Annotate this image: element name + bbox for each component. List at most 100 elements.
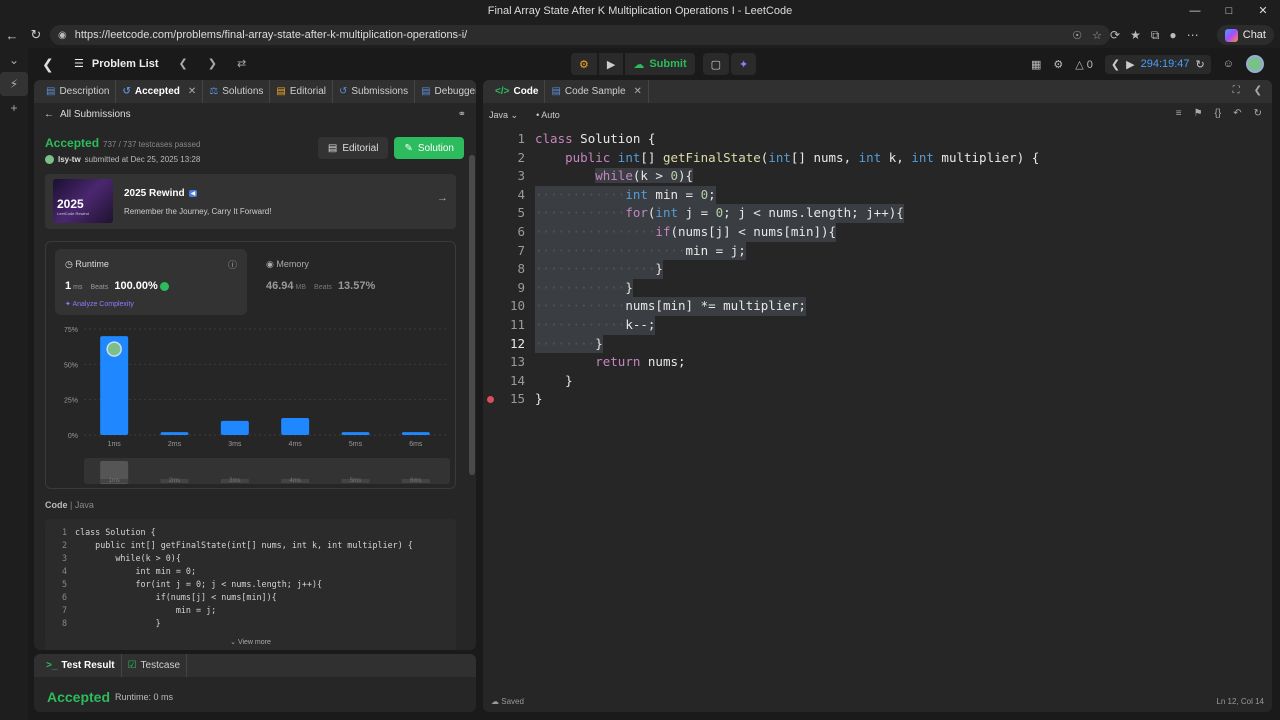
format-icon[interactable]: ≡ — [1176, 108, 1182, 119]
code-line[interactable]: 5 ············for(int j = 0; j < nums.len… — [483, 204, 1272, 223]
tab-solutions[interactable]: ⚖ Solutions — [203, 80, 271, 103]
close-tab-icon[interactable]: ✕ — [188, 86, 196, 97]
submit-button[interactable]: ☁ Submit — [625, 53, 695, 75]
close-icon[interactable]: ✕ — [1246, 0, 1280, 22]
collections-icon[interactable]: ⧉ — [1151, 28, 1160, 43]
reader-icon[interactable]: ☉ — [1072, 29, 1082, 42]
code-line[interactable]: 10 ············nums[min] *= multiplier; — [483, 297, 1272, 316]
breakpoint-icon[interactable] — [487, 396, 494, 404]
minimize-icon[interactable]: — — [1178, 0, 1212, 22]
undo-icon[interactable]: ↶ — [1233, 108, 1241, 119]
code-line[interactable]: 7 ····················min = j; — [483, 241, 1272, 261]
code-line[interactable]: 2 public int[] getFinalState(int[] nums,… — [483, 149, 1272, 168]
debug-icon[interactable]: ⚙ — [571, 53, 597, 75]
lock-icon: ◉ — [58, 29, 67, 41]
rewind-banner[interactable]: 2025 LeetCode Rewind 2025 Rewind ◀ Remembe… — [45, 174, 456, 229]
submissions-icon: ↺ — [338, 86, 348, 97]
chat-button[interactable]: Chat — [1216, 25, 1274, 45]
code-line[interactable]: 8 ················} — [483, 260, 1272, 279]
favorite-icon[interactable]: ☆ — [1092, 29, 1102, 42]
reset-code-icon[interactable]: ↻ — [1254, 108, 1262, 119]
tab-testcase[interactable]: ☑ Testcase — [122, 654, 188, 677]
tab-debugger[interactable]: ▤Debugger✕ — [415, 80, 476, 103]
code-line[interactable]: 12 ········} — [483, 334, 1272, 354]
tab-code[interactable]: </> Code — [489, 80, 546, 103]
reset-icon[interactable]: ↻ — [1196, 58, 1205, 71]
more-icon[interactable]: ⋯ — [1187, 28, 1199, 42]
tab-submissions[interactable]: ↺ Submissions — [333, 80, 416, 103]
notes-icon[interactable]: ▢ — [702, 53, 730, 75]
braces-icon[interactable]: {} — [1215, 108, 1222, 119]
tab-description[interactable]: ▤ Description — [40, 80, 117, 103]
prev-problem-icon[interactable]: ❮ — [179, 57, 188, 70]
all-submissions-link[interactable]: ← All Submissions — [44, 109, 131, 120]
scroll-thumb[interactable] — [469, 155, 475, 475]
chart-bar[interactable] — [401, 432, 430, 435]
problem-list-link[interactable]: Problem List — [92, 58, 159, 70]
left-scrollbar[interactable] — [469, 135, 475, 650]
chart-bar[interactable] — [220, 420, 249, 435]
code-line[interactable]: 4 ············int min = 0; — [483, 185, 1272, 205]
left-panel: ▤ Description ↺ Accepted ✕ ⚖ Solutions ▤ Edit… — [34, 80, 476, 650]
tab-test-result[interactable]: >_ Test Result — [40, 654, 122, 677]
tab-code-sample[interactable]: ▤ Code Sample ✕ — [545, 80, 649, 103]
memory-card[interactable]: ◉ Memory 46.94 MB Beats 13.57% — [266, 249, 446, 315]
expand-icon[interactable]: ⛶ — [1233, 85, 1240, 96]
link-icon[interactable]: ⚭ — [458, 109, 466, 120]
all-submissions-label: All Submissions — [60, 108, 131, 120]
sidebar-collapse-icon[interactable]: ⌄ — [0, 48, 28, 72]
leetcode-logo-icon[interactable]: ❮ — [42, 56, 56, 72]
tab-editorial[interactable]: ▤ Editorial — [270, 80, 333, 103]
code-line[interactable]: 14 } — [483, 372, 1272, 391]
code-line[interactable]: 1 class Solution { — [483, 130, 1272, 149]
profile-icon[interactable]: ● — [1169, 28, 1176, 42]
chart-bar[interactable] — [341, 432, 370, 435]
layout-icon[interactable]: ▦ — [1031, 58, 1041, 71]
reload-icon[interactable]: ↻ — [24, 27, 48, 43]
code-line[interactable]: 11 ············k--; — [483, 315, 1272, 335]
code-line[interactable]: 13 return nums; — [483, 353, 1272, 372]
language-select[interactable]: Java ⌄ — [489, 110, 518, 121]
runtime-card[interactable]: ◷ Runtime ⓘ 1 ms Beats 100.00% ✦ Analyze Co… — [55, 249, 247, 315]
analyze-complexity-link[interactable]: ✦ Analyze Complexity — [65, 300, 134, 308]
view-more-button[interactable]: ⌄ View more — [45, 636, 456, 649]
code-line[interactable]: 9 ············} — [483, 278, 1272, 298]
line-number: 12 — [509, 335, 525, 351]
runtime-distribution-chart[interactable]: 0% 25% 50% 75% 1ms 2ms 3ms 4ms 5ms 6ms 1ms 2ms 3ms 4m… — [46, 321, 455, 486]
maximize-icon[interactable]: □ — [1212, 0, 1246, 22]
code-line[interactable]: 15} — [483, 390, 1272, 409]
timer-prev-icon[interactable]: ❮ — [1111, 58, 1120, 71]
arrow-right-icon[interactable]: → — [437, 192, 448, 204]
code-editor[interactable]: 1 class Solution { 2 public int[] getFina… — [483, 130, 1272, 690]
solution-button[interactable]: ✎ Solution — [394, 137, 464, 159]
sidebar-leetcode-icon[interactable]: ⚡ — [0, 72, 28, 96]
chart-bar[interactable] — [160, 432, 189, 435]
username[interactable]: lsy-tw — [58, 155, 81, 164]
next-problem-icon[interactable]: ❯ — [208, 57, 217, 70]
code-text: class Solution { — [75, 527, 156, 537]
mini-tick-label: 5ms — [350, 478, 361, 484]
info-icon[interactable]: ⓘ — [228, 258, 237, 271]
sidebar-add-icon[interactable]: + — [0, 96, 28, 120]
back-icon[interactable]: ← — [0, 28, 24, 43]
shuffle-icon[interactable]: ⇄ — [237, 57, 246, 70]
timer[interactable]: ❮ ▶ 294:19:47 ↻ — [1104, 54, 1211, 74]
url-field[interactable]: ◉ https://leetcode.com/problems/final-ar… — [50, 25, 1110, 45]
auto-mode[interactable]: • Auto — [536, 110, 560, 120]
avatar[interactable] — [1246, 55, 1264, 73]
close-tab-icon[interactable]: ✕ — [634, 86, 642, 97]
chart-bar[interactable] — [281, 418, 310, 435]
streak[interactable]: △ 0 — [1075, 58, 1093, 71]
tab-accepted[interactable]: ↺ Accepted ✕ — [116, 80, 204, 103]
settings-icon[interactable]: ⚙ — [1053, 58, 1063, 71]
editorial-button[interactable]: ▤ Editorial — [317, 137, 389, 159]
add-user-icon[interactable]: ☺ — [1223, 58, 1234, 70]
code-line[interactable]: 3 while(k > 0){ — [483, 167, 1272, 186]
code-line[interactable]: 6 ················if(nums[j] < nums[min])… — [483, 222, 1272, 242]
bookmark-icon[interactable]: ⚑ — [1194, 108, 1203, 119]
collapse-icon[interactable]: ❮ — [1254, 85, 1262, 96]
extension-icon[interactable]: ⟳ — [1110, 28, 1120, 42]
ai-sparkle-icon[interactable]: ✦ — [731, 53, 757, 75]
favorites-icon[interactable]: ★ — [1130, 28, 1141, 42]
run-button[interactable]: ▶ — [598, 53, 624, 75]
